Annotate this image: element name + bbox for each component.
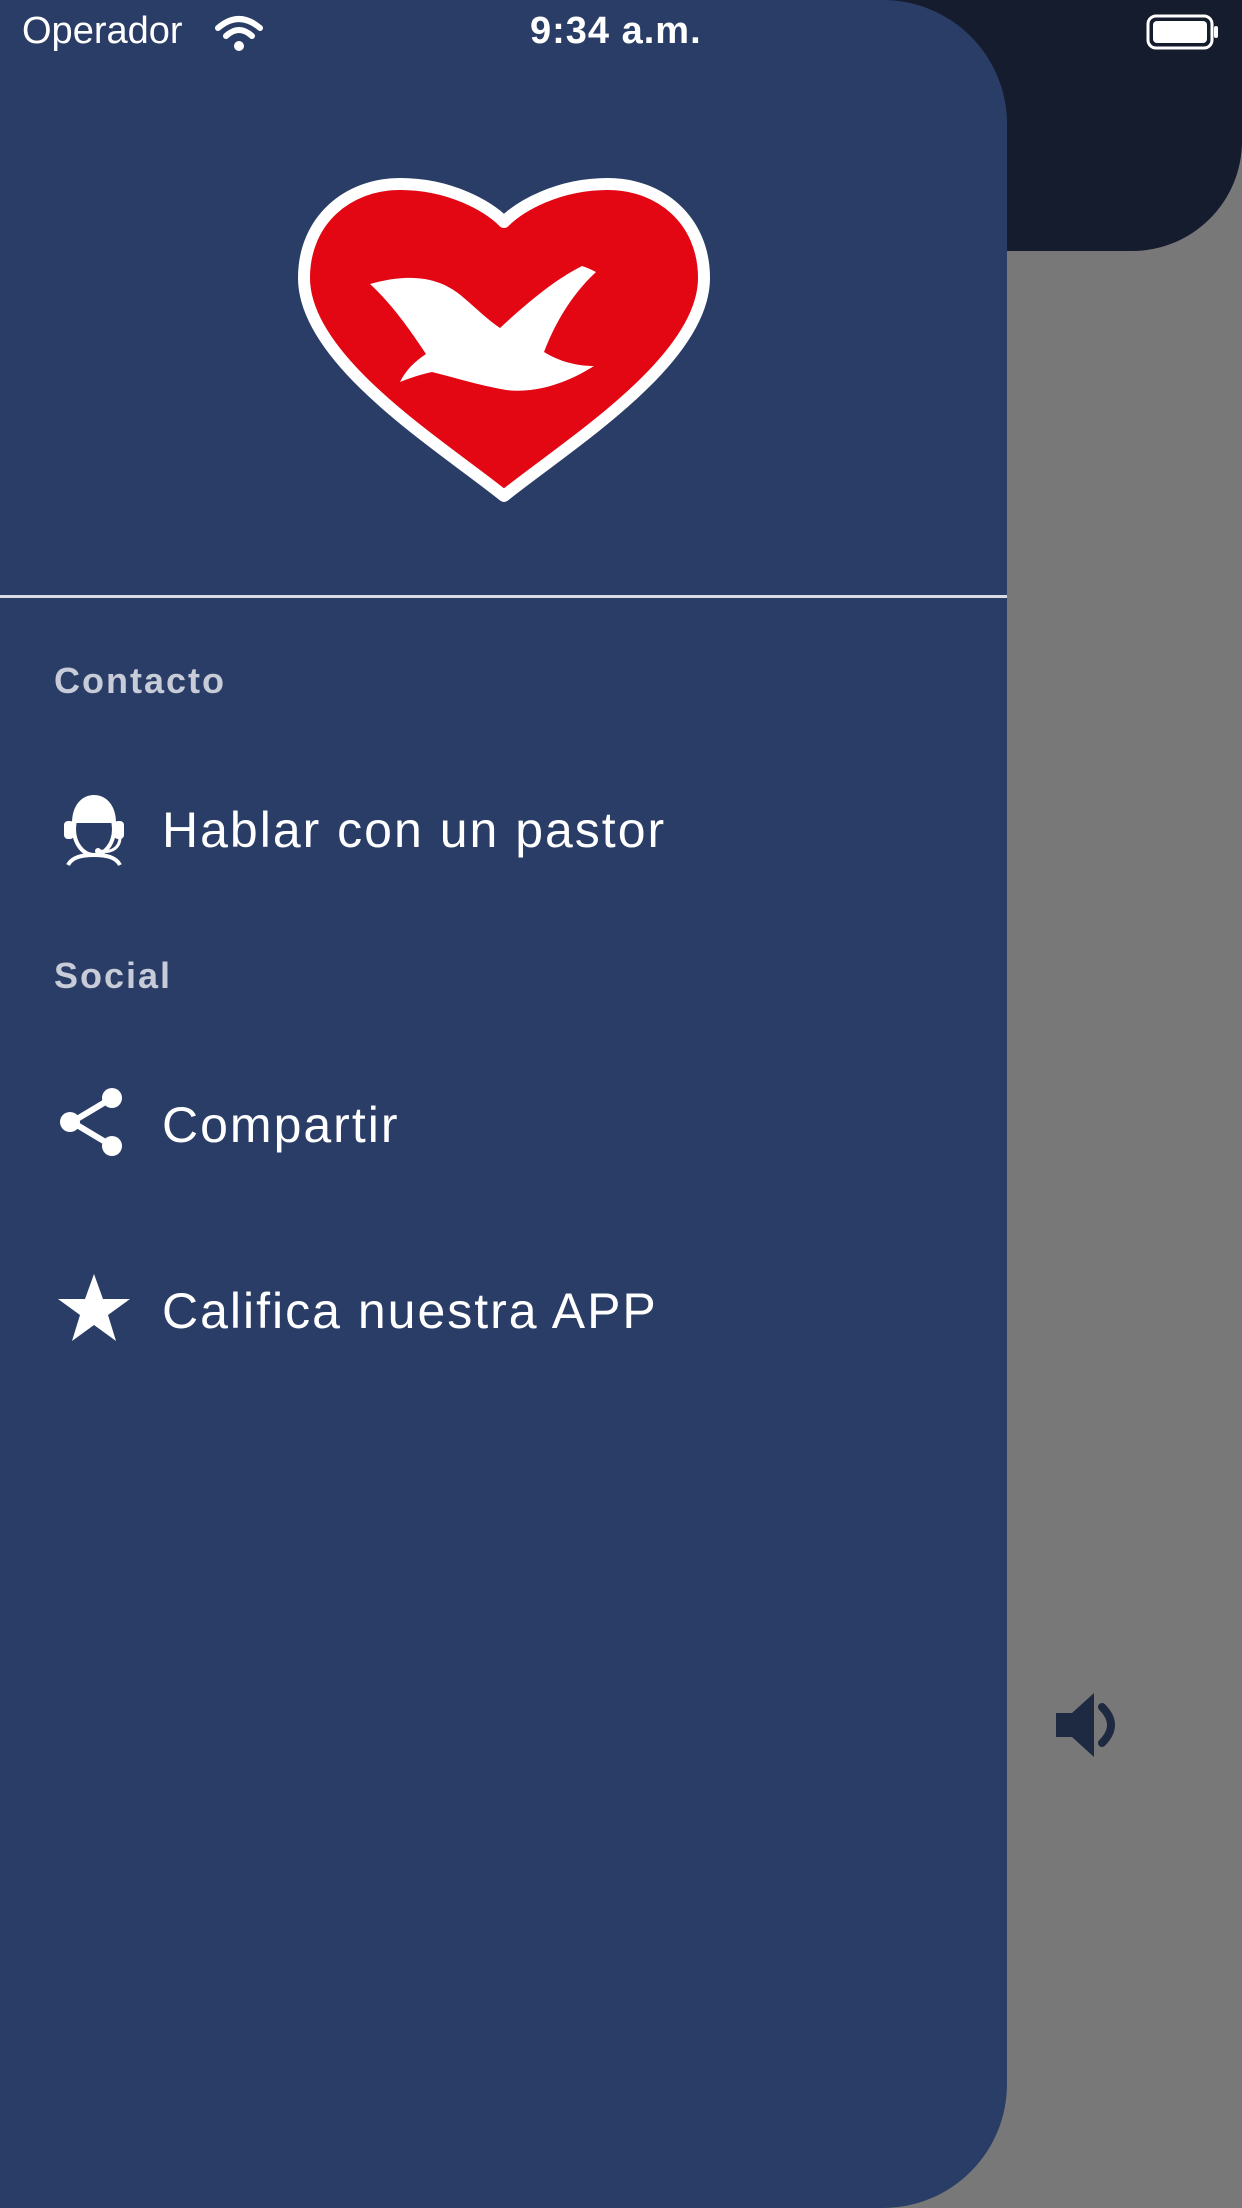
navigation-drawer: Contacto Hablar con un pastor Social Com… [0, 0, 1007, 2208]
heart-dove-logo [298, 178, 710, 502]
share-icon [60, 1088, 122, 1156]
section-title-contacto: Contacto [54, 660, 226, 701]
menu-item-hablar-con-un-pastor[interactable]: Hablar con un pastor [0, 763, 1007, 893]
menu-item-label: Califica nuestra APP [162, 1283, 658, 1339]
section-title-social: Social [54, 955, 173, 996]
battery-icon [1146, 14, 1218, 50]
star-icon [58, 1274, 130, 1341]
status-bar: Operador 9:34 a.m. [0, 0, 1242, 66]
carrier-label: Operador [22, 10, 183, 52]
menu-item-label: Hablar con un pastor [162, 802, 667, 858]
status-time: 9:34 a.m. [530, 10, 702, 52]
speaker-icon[interactable] [1050, 1685, 1130, 1765]
drawer-divider [0, 595, 1007, 598]
menu-item-califica-nuestra-app[interactable]: Califica nuestra APP [0, 1244, 1007, 1374]
menu-item-label: Compartir [162, 1097, 400, 1153]
wifi-icon [215, 16, 263, 51]
headset-person-icon [64, 795, 124, 867]
menu-item-compartir[interactable]: Compartir [0, 1058, 1007, 1188]
